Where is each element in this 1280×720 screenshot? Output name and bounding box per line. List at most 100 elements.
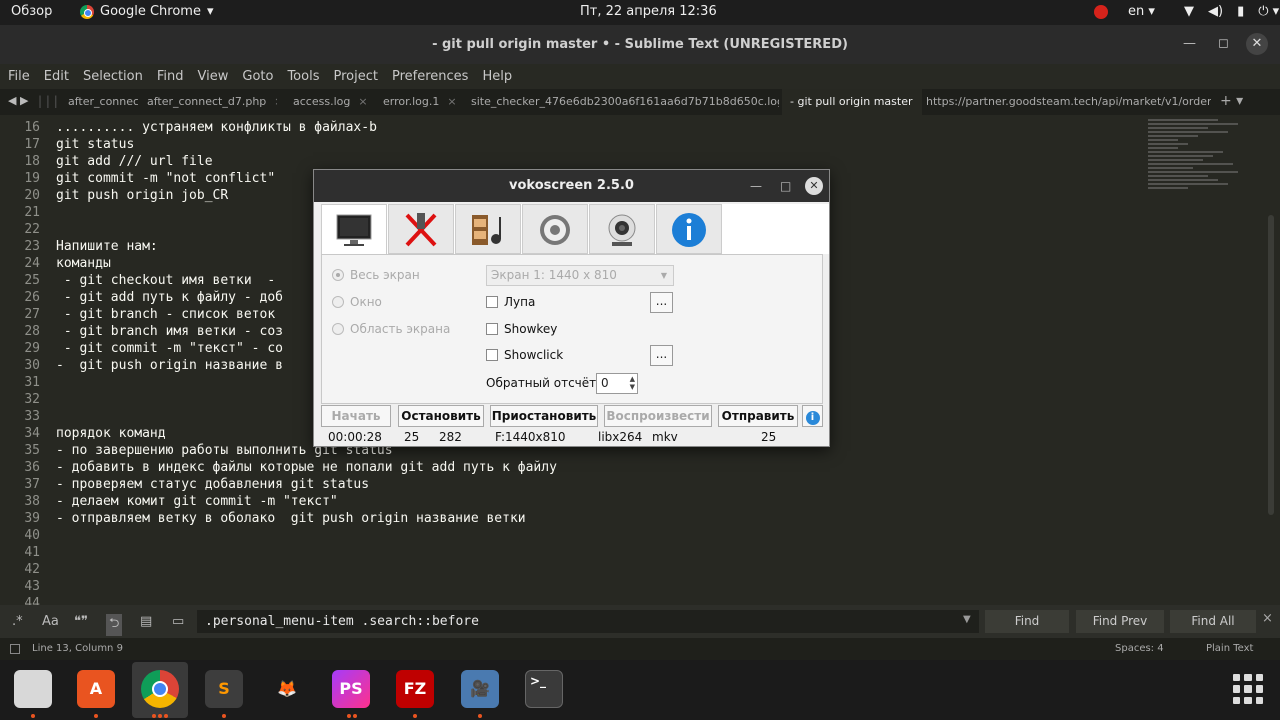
tab-access-log[interactable]: access.log × [293,89,373,115]
code-line[interactable]: git status [56,136,557,153]
screen-select[interactable]: Экран 1: 1440 x 810 ▼ [486,265,674,286]
find-all-button[interactable]: Find All [1170,610,1256,633]
tab-error-log[interactable]: error.log.1 × [383,89,463,115]
tab-partner-api[interactable]: https://partner.goodsteam.tech/api/marke… [926,89,1211,115]
whole-word-toggle[interactable]: ❝❞ [74,614,88,629]
menu-goto[interactable]: Goto [242,69,273,84]
case-toggle[interactable]: Aa [42,614,59,629]
radio-fullscreen[interactable]: Весь экран [332,268,420,282]
tab-settings[interactable] [522,204,588,254]
start-button[interactable]: Начать [321,405,391,427]
pause-button[interactable]: Приостановить [490,405,598,427]
tab-close-icon[interactable]: × [274,95,277,108]
find-prev-button[interactable]: Find Prev [1076,610,1164,633]
language-switcher[interactable]: en ▾ [1128,4,1155,19]
record-indicator-icon[interactable] [1094,5,1108,19]
panel-toggle-icon[interactable] [10,644,20,654]
find-input[interactable]: .personal_menu-item .search::before [197,610,979,633]
code-line[interactable] [56,578,557,595]
menu-tools[interactable]: Tools [287,69,319,84]
sublime-icon[interactable]: S [205,670,243,708]
code-line[interactable] [56,595,557,605]
checkbox-showkey[interactable]: Showkey [486,322,557,336]
tab-git-pull[interactable]: - git pull origin master [782,89,922,115]
files-icon[interactable] [14,670,52,708]
vokoscreen-icon[interactable]: 🎥 [461,670,499,708]
minimize-button[interactable]: — [750,170,762,202]
in-selection-toggle[interactable]: ▤ [140,614,152,629]
tab-after-connect-d7[interactable]: after_connect_d7.php × [147,89,277,115]
system-tray[interactable]: ▼ ◀) ▮ ⏻ ▾ [1184,4,1279,19]
maximize-button[interactable]: ◻ [1218,36,1229,51]
regex-toggle[interactable]: .* [12,614,23,629]
tab-info[interactable] [656,204,722,254]
menu-edit[interactable]: Edit [44,69,69,84]
menu-project[interactable]: Project [333,69,377,84]
code-line[interactable]: - отправляем ветку в оболако git push or… [56,510,557,527]
wrap-toggle[interactable]: ⮌ [106,614,123,636]
app-menu[interactable]: Google Chrome ▾ [80,4,214,19]
indentation[interactable]: Spaces: 4 [1115,643,1164,654]
cursor-position[interactable]: Line 13, Column 9 [32,643,123,654]
checkbox-magnifier[interactable]: Лупа [486,295,535,309]
tab-site-checker-log[interactable]: site_checker_476e6db2300a6f161aa6d7b71b8… [471,89,779,115]
magnifier-settings-button[interactable]: ... [650,292,673,313]
menu-selection[interactable]: Selection [83,69,143,84]
activities-button[interactable]: Обзор [11,4,52,19]
code-line[interactable]: git add /// url file [56,153,557,170]
tab-screen[interactable] [321,204,387,254]
menu-file[interactable]: File [8,69,30,84]
highlight-toggle[interactable]: ▭ [172,614,184,629]
code-line[interactable] [56,527,557,544]
software-icon[interactable]: A [77,670,115,708]
close-find-button[interactable]: × [1262,611,1273,626]
syntax-mode[interactable]: Plain Text [1206,643,1253,654]
line-number: 18 [24,154,40,169]
menu-help[interactable]: Help [482,69,512,84]
send-button[interactable]: Отправить [718,405,798,427]
tab-video[interactable] [455,204,521,254]
new-tab-button[interactable]: + ▾ [1220,93,1243,109]
tab-after-connect[interactable]: after_connect [68,89,138,115]
tab-webcam[interactable] [589,204,655,254]
showclick-settings-button[interactable]: ... [650,345,673,366]
find-button[interactable]: Find [985,610,1069,633]
show-applications-icon[interactable] [1233,674,1263,704]
countdown-spinbox[interactable]: 0 ▲ ▼ [596,373,638,394]
chrome-icon[interactable] [141,670,179,708]
info-button[interactable]: i [802,405,823,427]
code-line[interactable]: - делаем комит git commit -m "текст" [56,493,557,510]
stop-button[interactable]: Остановить [398,405,484,427]
tab-close-icon[interactable]: × [358,95,367,108]
code-line[interactable] [56,544,557,561]
chevron-down-icon: ▼ [660,271,667,280]
gimp-icon[interactable]: 🦊 [268,670,306,708]
code-line[interactable]: .......... устраняем конфликты в файлах-… [56,119,557,136]
minimize-button[interactable]: — [1183,36,1196,51]
tab-tools[interactable] [388,204,454,254]
find-history-dropdown[interactable]: ▼ [963,614,971,625]
radio-window[interactable]: Окно [332,295,382,309]
close-button[interactable]: ✕ [1246,33,1268,55]
tab-nav-arrows[interactable]: ◀ ▶ [8,94,28,107]
menu-find[interactable]: Find [157,69,184,84]
filezilla-icon[interactable]: FZ [396,670,434,708]
code-line[interactable]: - проверяем статус добавления git status [56,476,557,493]
menu-view[interactable]: View [198,69,229,84]
minimap[interactable] [1148,119,1248,209]
tab-overflow-handle[interactable]: | | | [38,94,58,108]
play-button[interactable]: Воспроизвести [604,405,712,427]
phpstorm-icon[interactable]: PS [332,670,370,708]
spin-arrows-icon[interactable]: ▲ ▼ [630,375,635,391]
checkbox-showclick[interactable]: Showclick [486,348,563,362]
close-button[interactable]: ✕ [805,177,823,195]
code-line[interactable] [56,561,557,578]
tab-close-icon[interactable]: × [447,95,456,108]
vertical-scrollbar[interactable] [1268,215,1274,515]
maximize-button[interactable]: □ [780,170,791,202]
menu-preferences[interactable]: Preferences [392,69,468,84]
code-line[interactable]: - добавить в индекс файлы которые не поп… [56,459,557,476]
radio-area[interactable]: Область экрана [332,322,450,336]
terminal-icon[interactable]: >_ [525,670,563,708]
clock[interactable]: Пт, 22 апреля 12:36 [580,4,717,19]
